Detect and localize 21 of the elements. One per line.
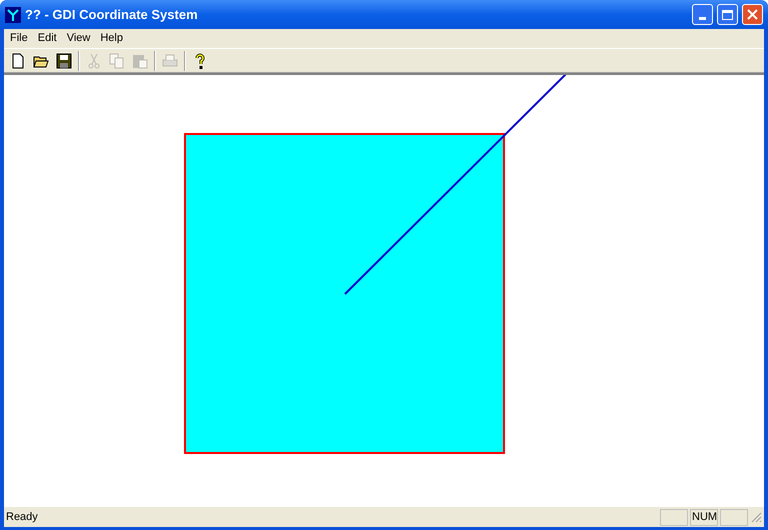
close-icon [747,9,758,20]
window-title: ?? - GDI Coordinate System [25,6,199,24]
copy-icon [109,52,125,68]
menu-item[interactable]: File [5,30,33,47]
toolbar-save-button[interactable] [54,50,74,70]
new-file-icon [10,52,26,68]
status-pane [660,508,688,526]
status-text: Ready [6,510,39,525]
status-indicator: NUM [690,508,718,526]
scissors-icon [86,52,102,68]
clipboard-icon [132,52,148,68]
status-pane [720,508,748,526]
close-button[interactable] [742,4,763,25]
menu-item[interactable]: Edit [32,30,62,47]
app-icon [5,6,21,22]
minimize-button[interactable] [692,4,713,25]
printer-icon [162,52,178,68]
menu-item[interactable]: Help [95,30,128,47]
resize-grip-icon[interactable] [750,511,762,523]
menu-item[interactable]: View [62,30,96,47]
maximize-button[interactable] [717,4,738,25]
